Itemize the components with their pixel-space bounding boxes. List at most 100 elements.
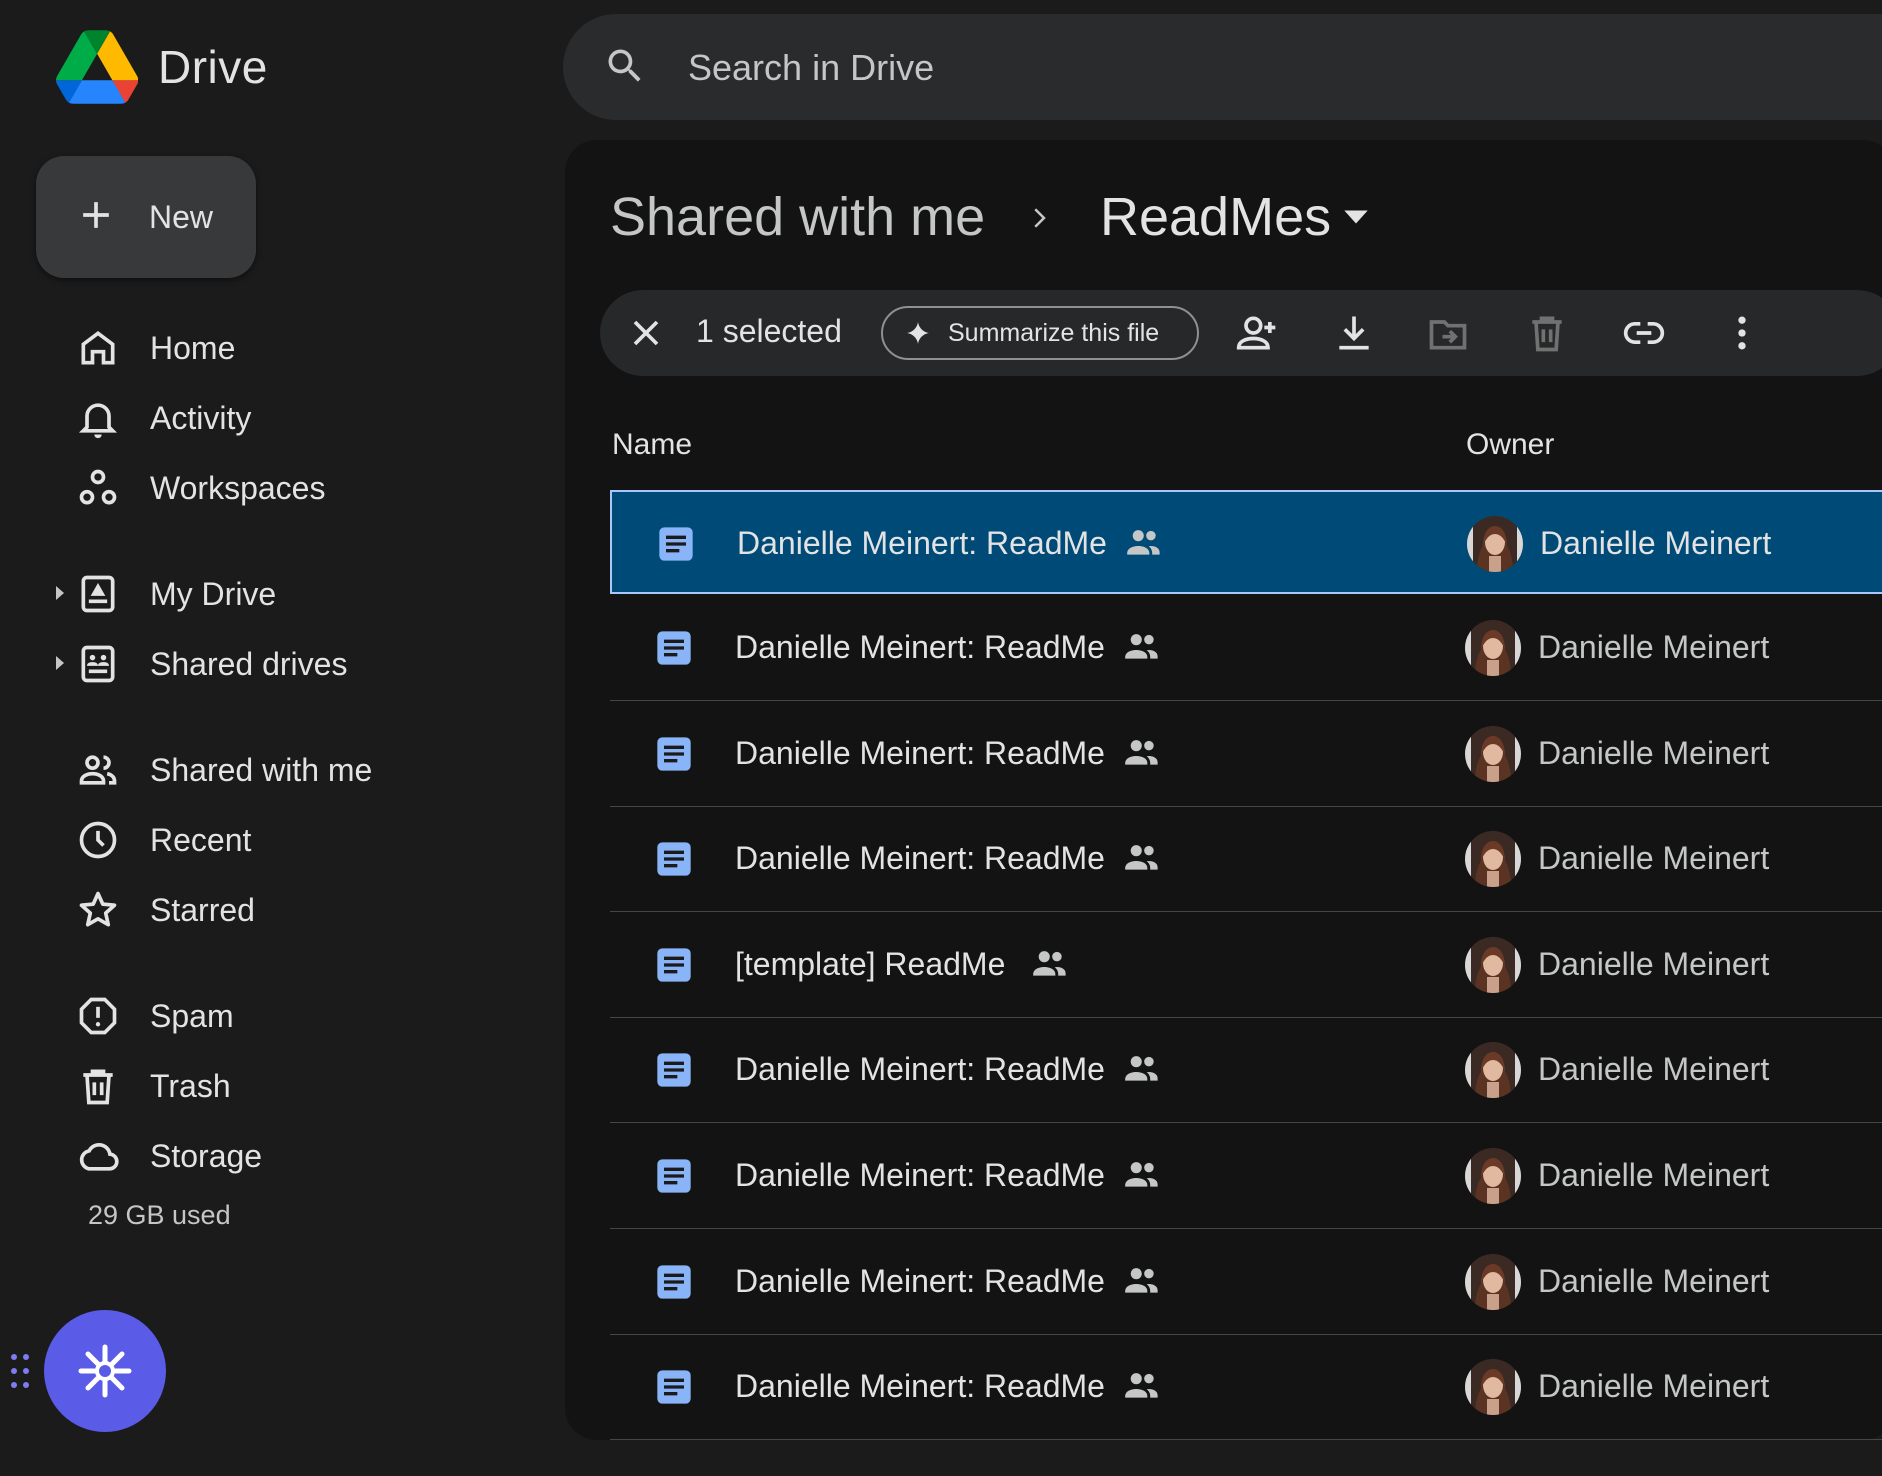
search-icon[interactable]	[603, 44, 647, 88]
sidebar-item-recent[interactable]: Recent	[60, 812, 540, 872]
owner-name: Danielle Meinert	[1538, 840, 1770, 876]
assistant-fab-button[interactable]	[44, 1310, 166, 1432]
spam-icon	[79, 997, 117, 1035]
people-icon	[79, 755, 117, 785]
download-icon[interactable]	[1332, 311, 1376, 355]
avatar	[1465, 831, 1521, 887]
file-name[interactable]: Danielle Meinert: ReadMe	[735, 1368, 1105, 1405]
shared-people-icon	[1125, 1162, 1158, 1187]
owner-name: Danielle Meinert	[1538, 1368, 1770, 1404]
sidebar-item-home[interactable]: Home	[60, 320, 540, 380]
doc-icon	[657, 1370, 691, 1404]
my-drive-icon	[81, 575, 115, 613]
new-button[interactable]: New	[36, 156, 256, 278]
file-name[interactable]: [template] ReadMe	[735, 946, 1005, 983]
sidebar-item-label: Spam	[150, 998, 234, 1034]
table-row[interactable]: Danielle Meinert: ReadMe Danielle Meinert	[610, 702, 1882, 807]
doc-icon	[657, 631, 691, 665]
summarize-button[interactable]: Summarize this file	[881, 306, 1199, 360]
column-header-name[interactable]: Name	[612, 428, 692, 462]
doc-icon	[657, 737, 691, 771]
search-input[interactable]: Search in Drive	[688, 47, 934, 89]
close-icon[interactable]	[624, 311, 668, 355]
expand-caret-icon[interactable]	[56, 586, 64, 600]
file-name[interactable]: Danielle Meinert: ReadMe	[735, 629, 1105, 666]
file-name[interactable]: Danielle Meinert: ReadMe	[735, 1157, 1105, 1194]
doc-icon	[657, 1265, 691, 1299]
table-row[interactable]: Danielle Meinert: ReadMe Danielle Meinert	[610, 1124, 1882, 1229]
file-name[interactable]: Danielle Meinert: ReadMe	[737, 525, 1107, 562]
sidebar-item-my-drive[interactable]: My Drive	[56, 566, 540, 626]
more-vert-icon[interactable]	[1720, 311, 1764, 355]
shared-people-icon	[1125, 634, 1158, 659]
table-row[interactable]: Danielle Meinert: ReadMe Danielle Meinert	[610, 596, 1882, 701]
chevron-right-icon	[1034, 208, 1046, 228]
table-row[interactable]: Danielle Meinert: ReadMe Danielle Meinert	[610, 1335, 1882, 1440]
shared-people-icon	[1125, 845, 1158, 870]
owner-name: Danielle Meinert	[1540, 525, 1772, 561]
home-icon	[81, 331, 115, 365]
table-row[interactable]: Danielle Meinert: ReadMe Danielle Meinert	[610, 807, 1882, 912]
sidebar-item-label: Recent	[150, 822, 252, 858]
shared-people-icon	[1127, 530, 1160, 555]
dropdown-arrow-icon[interactable]	[1340, 204, 1372, 230]
sidebar-item-label: Activity	[150, 400, 252, 436]
column-header-owner[interactable]: Owner	[1466, 428, 1554, 462]
link-icon[interactable]	[1622, 311, 1666, 355]
shared-people-icon	[1125, 740, 1158, 765]
owner-name: Danielle Meinert	[1538, 1157, 1770, 1193]
sidebar-item-shared-drives[interactable]: Shared drives	[56, 636, 540, 696]
file-name[interactable]: Danielle Meinert: ReadMe	[735, 735, 1105, 772]
bell-icon	[78, 403, 118, 439]
sparkle-icon	[907, 322, 929, 344]
cloud-icon	[79, 1142, 119, 1171]
table-row[interactable]: Danielle Meinert: ReadMe Danielle Meinert	[610, 1230, 1882, 1335]
avatar	[1465, 620, 1521, 676]
sidebar-item-storage[interactable]: Storage	[60, 1128, 540, 1188]
drive-logo-icon[interactable]	[56, 30, 138, 104]
avatar	[1465, 1254, 1521, 1310]
sidebar-item-starred[interactable]: Starred	[60, 882, 540, 942]
sidebar-item-spam[interactable]: Spam	[60, 988, 540, 1048]
sidebar-item-label: Shared with me	[150, 752, 373, 788]
table-row[interactable]: [template] ReadMe Danielle Meinert	[610, 913, 1882, 1018]
sidebar-item-shared-with-me[interactable]: Shared with me	[60, 742, 540, 802]
sidebar-item-label: Workspaces	[150, 470, 326, 506]
storage-used-text: 29 GB used	[88, 1200, 231, 1230]
sidebar-item-workspaces[interactable]: Workspaces	[60, 460, 540, 520]
shared-people-icon	[1125, 1056, 1158, 1081]
file-name[interactable]: Danielle Meinert: ReadMe	[735, 840, 1105, 877]
sidebar-item-label: Starred	[150, 892, 255, 928]
trash-icon	[83, 1069, 113, 1105]
sidebar-item-label: Trash	[150, 1068, 231, 1104]
doc-icon	[657, 1159, 691, 1193]
owner-name: Danielle Meinert	[1538, 735, 1770, 771]
owner-name: Danielle Meinert	[1538, 946, 1770, 982]
app-title: Drive	[158, 41, 268, 93]
owner-name: Danielle Meinert	[1538, 1263, 1770, 1299]
doc-icon	[659, 527, 693, 561]
sparkle-asterisk-icon	[78, 1344, 132, 1398]
shared-people-icon	[1033, 951, 1066, 976]
table-row[interactable]: Danielle Meinert: ReadMe Danielle Meinert	[610, 1018, 1882, 1123]
shared-drives-icon	[81, 645, 115, 683]
sidebar-item-activity[interactable]: Activity	[60, 390, 540, 450]
selected-count: 1 selected	[696, 313, 842, 349]
search-bar[interactable]: Search in Drive	[563, 14, 1882, 120]
shared-people-icon	[1125, 1373, 1158, 1398]
table-row[interactable]: Danielle Meinert: ReadMe Danielle Meinert	[610, 490, 1882, 594]
avatar	[1465, 1359, 1521, 1415]
trash-icon[interactable]	[1525, 311, 1569, 355]
file-name[interactable]: Danielle Meinert: ReadMe	[735, 1263, 1105, 1300]
file-name[interactable]: Danielle Meinert: ReadMe	[735, 1051, 1105, 1088]
share-person-add-icon[interactable]	[1235, 311, 1279, 355]
avatar	[1465, 1148, 1521, 1204]
drag-handle-icon[interactable]	[8, 1352, 38, 1390]
breadcrumb-parent[interactable]: Shared with me	[610, 186, 985, 248]
expand-caret-icon[interactable]	[56, 656, 64, 670]
selection-toolbar: 1 selected Summarize this file	[600, 290, 1882, 376]
sidebar-item-trash[interactable]: Trash	[60, 1058, 540, 1118]
move-to-folder-icon[interactable]	[1426, 311, 1470, 355]
breadcrumb-current[interactable]: ReadMes	[1100, 186, 1331, 248]
sidebar-item-label: Storage	[150, 1138, 263, 1174]
